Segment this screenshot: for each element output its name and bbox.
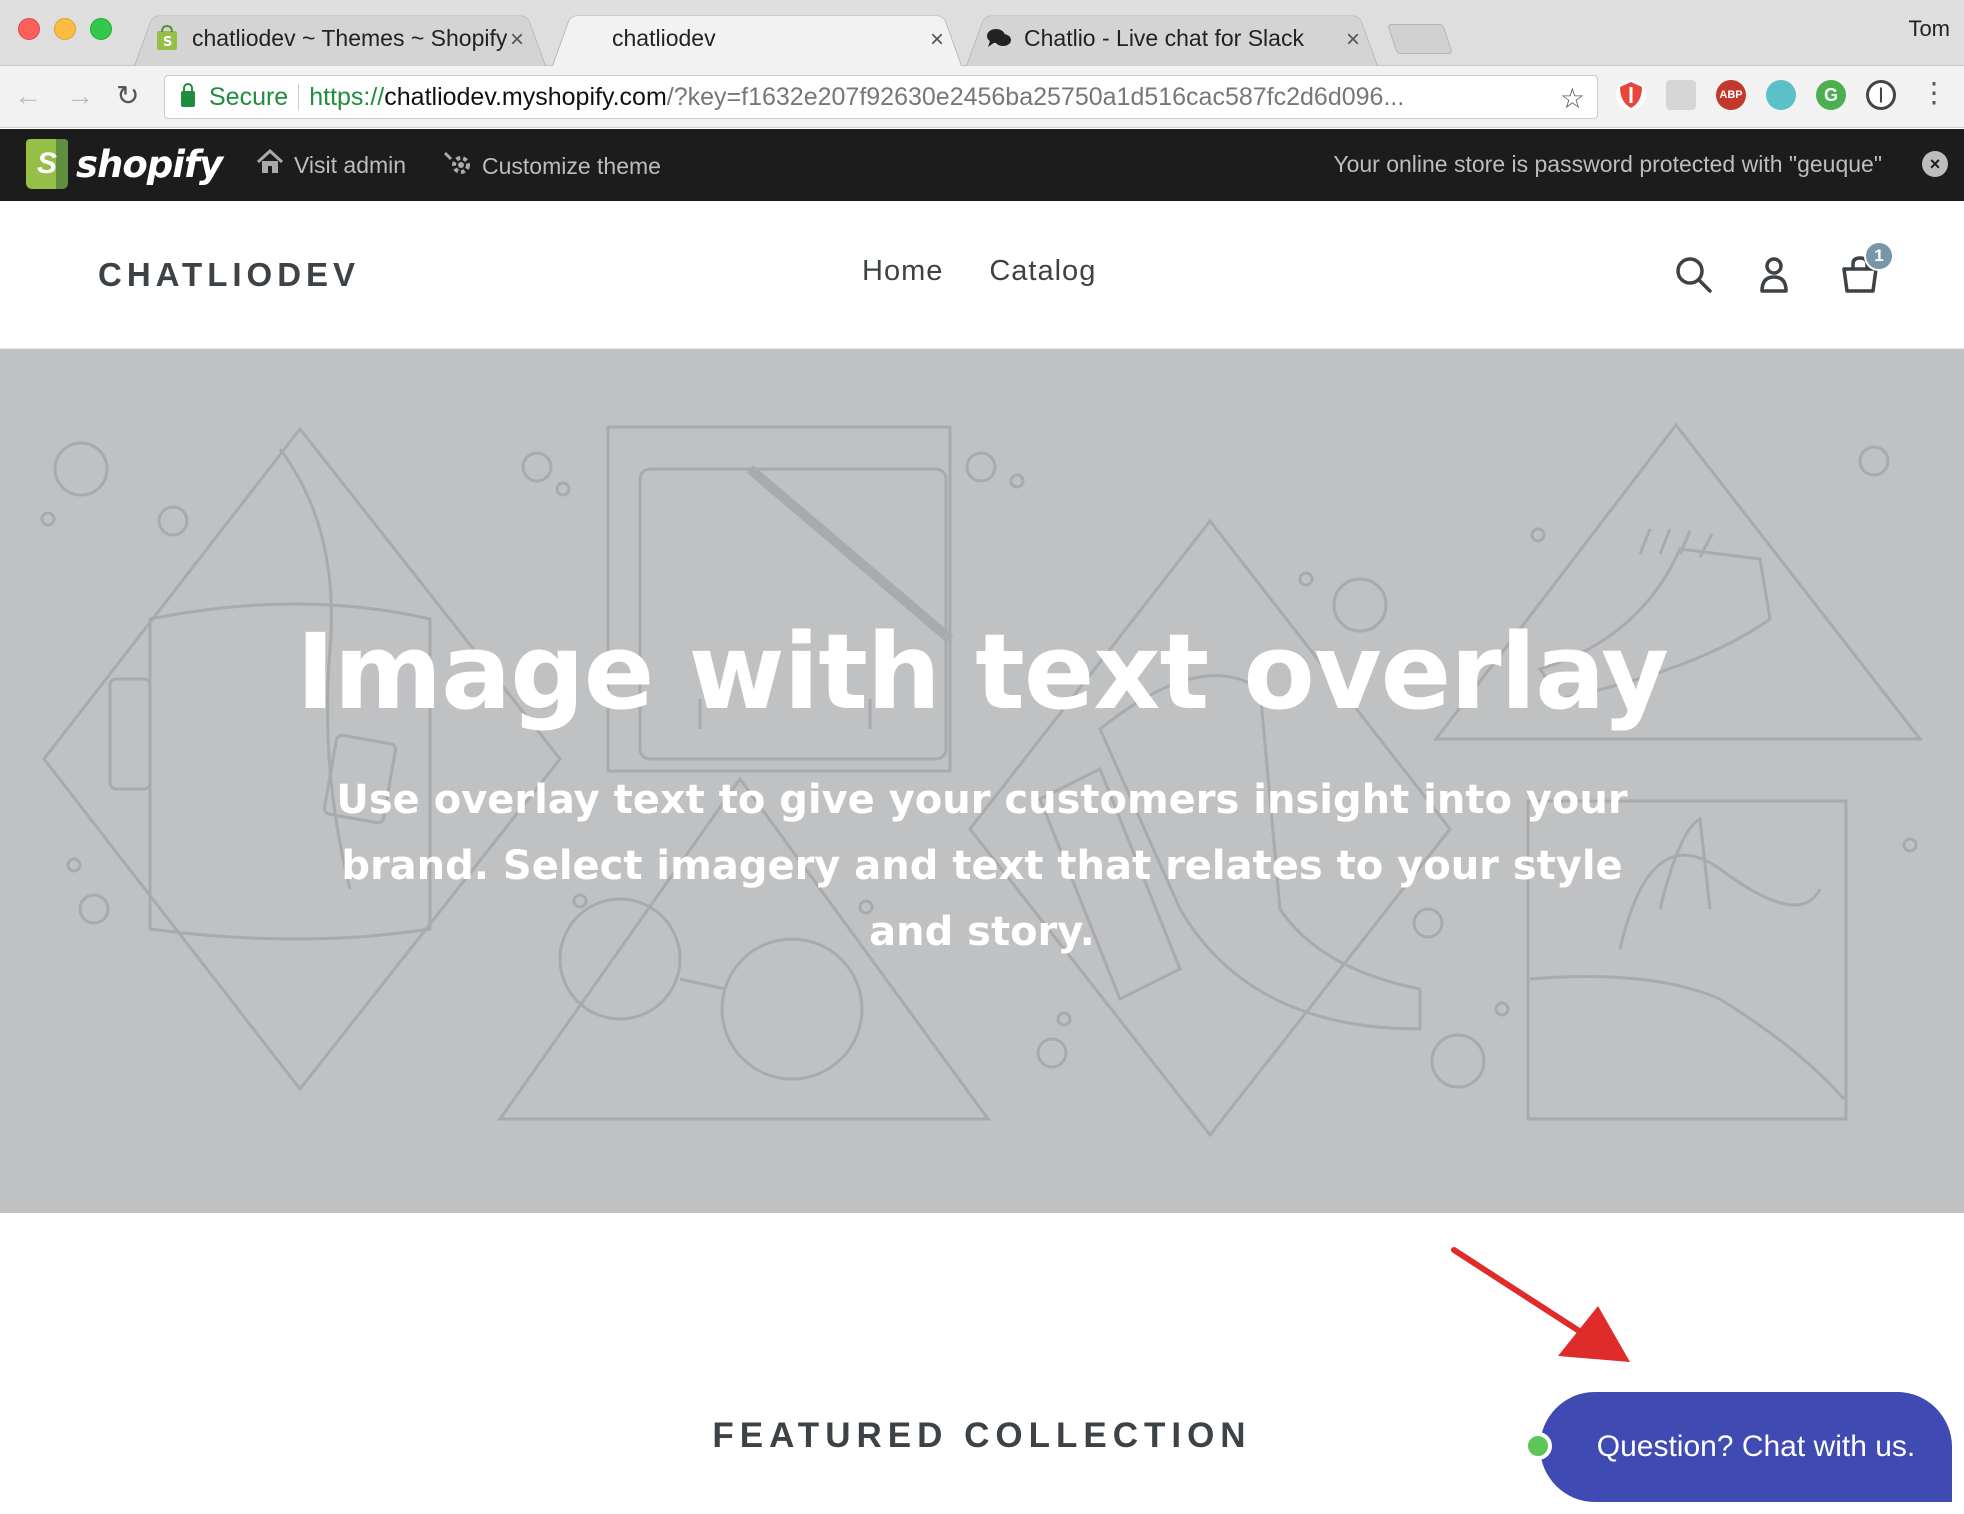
address-bar[interactable]: Secure https:// chatliodev.myshopify.com… xyxy=(164,75,1598,119)
store-logo-text[interactable]: CHATLIODEV xyxy=(98,256,360,294)
grammarly-icon[interactable]: G xyxy=(1816,80,1846,110)
url-host: chatliodev.myshopify.com xyxy=(384,82,667,111)
password-manager-icon[interactable]: | xyxy=(1866,80,1896,110)
nav-link-catalog[interactable]: Catalog xyxy=(989,255,1096,288)
reload-icon[interactable]: ↻ xyxy=(116,80,139,112)
profile-name[interactable]: Tom xyxy=(1908,16,1950,42)
forward-arrow-icon[interactable]: → xyxy=(66,80,94,112)
bookmark-star-icon[interactable]: ☆ xyxy=(1560,82,1585,115)
customize-theme-label: Customize theme xyxy=(482,153,661,179)
browser-tab-chatliodev[interactable]: chatliodev × xyxy=(552,10,962,66)
main-navigation: Home Catalog xyxy=(862,255,1096,288)
store-header: CHATLIODEV Home Catalog xyxy=(0,201,1964,349)
hero-heading: Image with text overlay xyxy=(296,611,1669,733)
chat-widget-button[interactable]: Question? Chat with us. xyxy=(1540,1392,1952,1502)
gear-icon xyxy=(442,149,472,184)
red-arrow-annotation xyxy=(1451,1247,1630,1362)
close-tab-icon[interactable]: × xyxy=(510,26,524,54)
close-tab-icon[interactable]: × xyxy=(930,26,944,54)
password-protection-notice: Your online store is password protected … xyxy=(1333,151,1882,177)
close-tab-icon[interactable]: × xyxy=(1346,26,1360,54)
online-status-indicator xyxy=(1524,1432,1552,1460)
close-window-button[interactable] xyxy=(18,18,40,40)
shield-extension-icon[interactable] xyxy=(1616,80,1646,110)
close-icon[interactable]: × xyxy=(1922,151,1948,177)
url-path: /?key=f1632e207f92630e2456ba25750a1d516c… xyxy=(666,82,1405,111)
shopify-admin-bar: S shopify Visit admin Customize theme Yo… xyxy=(0,129,1964,201)
tab-title: Chatlio - Live chat for Slack xyxy=(1024,24,1304,51)
shopify-wordmark: shopify xyxy=(76,142,223,186)
zoom-window-button[interactable] xyxy=(90,18,112,40)
shopify-logo[interactable]: S shopify xyxy=(26,139,223,189)
visit-admin-link[interactable]: Visit admin xyxy=(256,148,407,182)
minimize-window-button[interactable] xyxy=(54,18,76,40)
new-tab-button[interactable] xyxy=(1387,24,1453,54)
lock-icon xyxy=(181,83,195,107)
browser-tab-bar: S chatliodev ~ Themes ~ Shopify × chatli… xyxy=(0,0,1964,66)
visit-admin-label: Visit admin xyxy=(294,152,407,178)
divider xyxy=(298,84,300,110)
back-arrow-icon[interactable]: ← xyxy=(14,80,42,112)
shopify-bag-icon: S xyxy=(154,25,180,51)
tab-title: chatliodev ~ Themes ~ Shopify xyxy=(192,24,508,51)
url-scheme: https:// xyxy=(309,82,385,111)
adblock-icon[interactable]: ABP xyxy=(1716,80,1746,110)
home-icon xyxy=(256,148,284,182)
search-icon[interactable] xyxy=(1672,253,1716,297)
hero-image-with-text: Image with text overlay Use overlay text… xyxy=(0,349,1964,1213)
shopify-bag-icon: S xyxy=(26,139,68,189)
browser-menu-icon[interactable]: ⋮ xyxy=(1920,78,1948,108)
nav-link-home[interactable]: Home xyxy=(862,255,943,288)
cart-count-badge: 1 xyxy=(1864,241,1894,271)
teal-extension-icon[interactable] xyxy=(1766,80,1796,110)
svg-text:S: S xyxy=(163,35,172,50)
account-icon[interactable] xyxy=(1752,253,1796,297)
grid-extension-icon[interactable] xyxy=(1666,80,1696,110)
browser-tab-themes[interactable]: S chatliodev ~ Themes ~ Shopify × xyxy=(134,10,546,66)
hero-subheading: Use overlay text to give your customers … xyxy=(336,777,1628,955)
secure-label: Secure xyxy=(209,82,289,111)
browser-tab-chatlio[interactable]: Chatlio - Live chat for Slack × xyxy=(966,10,1378,66)
customize-theme-link[interactable]: Customize theme xyxy=(442,149,661,184)
chat-widget-label: Question? Chat with us. xyxy=(1596,1430,1916,1463)
tab-title: chatliodev xyxy=(612,24,716,51)
chat-bubbles-icon xyxy=(986,25,1012,51)
